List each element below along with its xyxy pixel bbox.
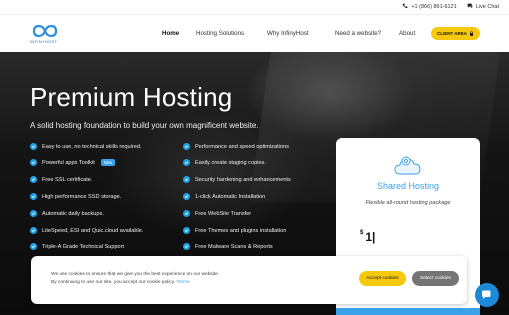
phone-number: +1 (866) 861-6121 [411,4,457,10]
check-circle-icon [30,176,37,183]
check-circle-icon [30,227,37,234]
feature-text: Triple-A Grade Technical Support [42,243,125,250]
hero-title: Premium Hosting [30,82,233,112]
check-circle-icon [30,143,37,150]
nav-hosting-solutions[interactable]: Hosting Solutions [196,30,244,37]
feature-text: Easily create staging copies. [195,159,266,166]
feature-item: Free Themes and plugins installation [183,227,286,234]
plan-title: Shared Hosting [376,181,440,191]
feature-item: Easy to use, no technical skills require… [30,143,142,150]
cookie-message: We use cookies to ensure that we give yo… [51,271,291,287]
check-circle-icon [183,243,190,250]
feature-item: Powerful apps Toolkit New [30,159,116,166]
feature-text: Free SSL certificate. [42,176,93,183]
feature-text: LiteSpeed, ESI and Quic.cloud available. [42,227,144,234]
feature-item: Automatic daily backups. [30,210,104,217]
logo[interactable]: INFINYHOST [30,24,60,44]
feature-text: Free Malware Scans & Reports [195,243,273,250]
client-area-label: CLIENT AREA [436,31,468,36]
check-circle-icon [30,243,37,250]
plan-card-footer[interactable] [336,308,480,315]
nav-need-a-website[interactable]: Need a website? [335,30,381,37]
new-badge: New [100,159,116,166]
phone-icon [402,3,408,11]
feature-text: Powerful apps Toolkit [42,159,95,166]
check-circle-icon [30,193,37,200]
feature-item: Security hardening and enhancements [183,176,291,183]
check-circle-icon [30,159,37,166]
feature-item: LiteSpeed, ESI and Quic.cloud available. [30,227,143,234]
feature-text: High performance SSD storage. [42,193,122,200]
feature-text: Easy to use, no technical skills require… [42,143,142,150]
cookie-line-2: By continuing to use our site, you accep… [51,280,176,285]
feature-item: Free SSL certificate. [30,176,92,183]
logo-text: INFINYHOST [30,39,58,44]
feature-item: Free Malware Scans & Reports [183,243,273,250]
check-circle-icon [30,210,37,217]
cookie-line-1: We use cookies to ensure that we give yo… [51,272,220,277]
feature-item: 1-click Automatic Installation [183,193,265,200]
live-chat-link[interactable]: Live Chat [467,3,499,11]
infinity-logo-icon [32,24,58,38]
check-circle-icon [183,159,190,166]
feature-text: Security hardening and enhancements [195,176,291,183]
cookie-line-2-wrap: By continuing to use our site, you accep… [51,279,291,287]
feature-item: Triple-A Grade Technical Support [30,243,124,250]
check-circle-icon [183,210,190,217]
feature-item: High performance SSD storage. [30,193,121,200]
feature-text: 1-click Automatic Installation [195,193,266,200]
live-chat-label: Live Chat [475,4,499,10]
feature-item: Performance and speed optimizations [183,143,289,150]
phone-link[interactable]: +1 (866) 861-6121 [402,3,457,11]
plan-price: $1| [360,230,375,244]
price-currency: $ [360,230,364,236]
check-circle-icon [183,227,190,234]
check-circle-icon [183,176,190,183]
top-bar: +1 (866) 861-6121 Live Chat [0,0,509,14]
check-circle-icon [183,193,190,200]
check-circle-icon [183,143,190,150]
client-area-button[interactable]: CLIENT AREA [431,27,480,40]
plan-description: Flexible all-round hosting package [365,200,451,206]
hero-subtitle: A solid hosting foundation to build your… [30,121,259,130]
feature-item: Easily create staging copies. [183,159,266,166]
feature-text: Free Themes and plugins installation [195,227,287,234]
nav-home[interactable]: Home [162,30,179,37]
price-value: 1| [365,230,376,244]
nav-about[interactable]: About [399,30,415,37]
feature-text: Automatic daily backups. [42,210,104,217]
feature-text: Performance and speed optimizations [195,143,289,150]
cookie-banner: We use cookies to ensure that we give yo… [31,256,467,304]
accept-cookies-button[interactable]: Accept cookies [359,271,406,286]
terms-link[interactable]: Terms [176,280,189,285]
chat-bubble-icon [467,3,473,11]
chat-icon [482,290,491,299]
nav-why-infinyhost[interactable]: Why InfinyHost [267,30,309,37]
cloud-gear-icon [394,154,422,183]
main-nav: INFINYHOST Home Hosting Solutions Why In… [0,14,509,52]
feature-text: Free WebSite Transfer [195,210,252,217]
select-cookies-button[interactable]: Select cookies [412,271,459,286]
live-chat-button[interactable] [475,283,499,307]
feature-item: Free WebSite Transfer [183,210,251,217]
lock-icon [469,30,474,37]
